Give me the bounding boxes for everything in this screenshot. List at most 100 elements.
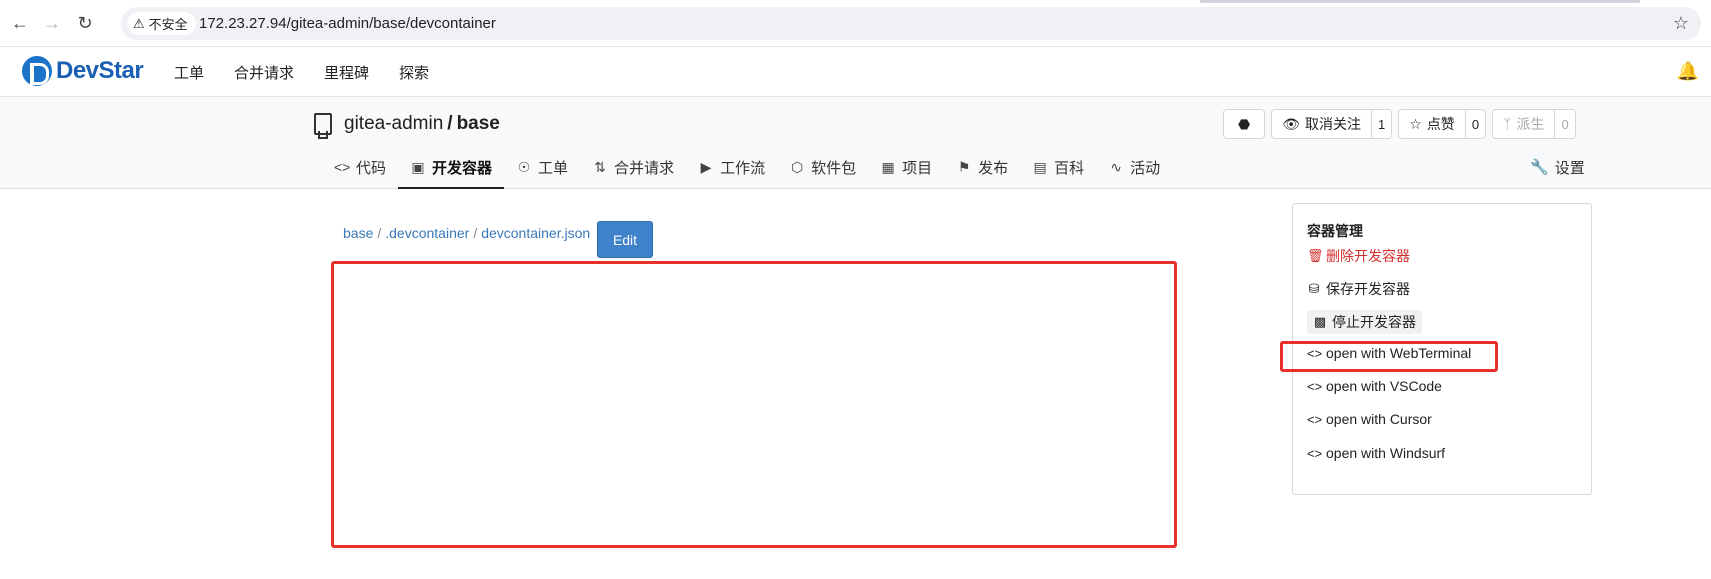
open-vscode-link[interactable]: <> open with VSCode [1307, 378, 1442, 394]
tag-icon: ⚑ [957, 158, 971, 175]
tab-wiki-label: 百科 [1054, 159, 1085, 177]
tab-projects[interactable]: ▦ 项目 [868, 147, 944, 187]
open-windsurf-label: open with Windsurf [1326, 445, 1446, 461]
code-icon: <> [1307, 445, 1323, 461]
address-bar[interactable]: ⚠ 不安全 172.23.27.94/gitea-admin/base/devc… [121, 7, 1701, 40]
tab-releases[interactable]: ⚑ 发布 [944, 147, 1020, 187]
url-text[interactable]: 172.23.27.94/gitea-admin/base/devcontain… [199, 15, 496, 32]
breadcrumb-separator: / [377, 225, 382, 241]
open-vscode-label: open with VSCode [1326, 378, 1442, 394]
tab-packages-label: 软件包 [811, 159, 857, 177]
repo-name-link[interactable]: base [457, 113, 500, 135]
file-content-area [331, 261, 1177, 548]
warning-icon: ⚠ [133, 15, 145, 31]
repo-header: gitea-admin / base ⬣ 👁 取消关注 1 ☆ 点赞 0 ᛉ 派… [0, 97, 1711, 189]
panel-title: 容器管理 [1307, 223, 1363, 239]
stop-devcontainer-label: 停止开发容器 [1332, 314, 1416, 330]
delete-devcontainer-label: 删除开发容器 [1326, 248, 1410, 264]
tab-code-label: 代码 [356, 159, 387, 177]
repo-icon [314, 113, 332, 139]
wrench-icon: 🔧 [1530, 159, 1549, 176]
reload-icon[interactable]: ↻ [73, 11, 97, 35]
insecure-label: 不安全 [148, 17, 188, 32]
tab-settings[interactable]: 🔧 设置 [1530, 147, 1585, 187]
logo[interactable]: DevStar [22, 56, 144, 86]
code-icon: <> [334, 159, 351, 175]
play-icon: ▶ [700, 158, 712, 175]
tab-pulls[interactable]: ⇅ 合并请求 [580, 147, 686, 187]
top-nav-pulls[interactable]: 合并请求 [234, 62, 294, 83]
top-nav-issues[interactable]: 工单 [174, 62, 204, 83]
tab-strip [1200, 0, 1640, 3]
tab-code[interactable]: <> 代码 [322, 147, 398, 187]
tab-issues[interactable]: ☉ 工单 [504, 147, 580, 187]
webterminal-highlight [1280, 341, 1498, 372]
breadcrumb-folder-link[interactable]: .devcontainer [385, 225, 469, 241]
fork-icon: ᛉ [1503, 116, 1512, 132]
rss-icon: ⬣ [1238, 115, 1251, 132]
unwatch-button[interactable]: 👁 取消关注 1 [1271, 109, 1393, 139]
breadcrumb-separator: / [473, 225, 478, 241]
security-chip[interactable]: ⚠ 不安全 [127, 12, 196, 35]
tab-actions[interactable]: ▶ 工作流 [686, 147, 777, 187]
open-windsurf-link[interactable]: <> open with Windsurf [1307, 445, 1445, 461]
tab-pulls-label: 合并请求 [614, 159, 675, 177]
browser-toolbar: ← → ↻ ⚠ 不安全 172.23.27.94/gitea-admin/bas… [0, 0, 1711, 47]
repo-owner-link[interactable]: gitea-admin [344, 113, 443, 135]
trash-icon: 🗑 [1307, 248, 1324, 263]
logo-text: DevStar [56, 57, 144, 84]
tab-activity-label: 活动 [1130, 159, 1161, 177]
package-icon: ▣ [411, 158, 425, 175]
stop-devcontainer-button[interactable]: ▩ 停止开发容器 [1307, 310, 1422, 334]
star-button[interactable]: ☆ 点赞 0 [1398, 109, 1487, 139]
tab-devcontainer-label: 开发容器 [432, 159, 493, 177]
pulse-icon: ∿ [1110, 158, 1122, 175]
database-icon: ⛁ [1308, 281, 1320, 296]
edit-button[interactable]: Edit [597, 221, 653, 258]
tab-packages[interactable]: ⬡ 软件包 [777, 147, 868, 187]
tab-devcontainer[interactable]: ▣ 开发容器 [398, 147, 505, 189]
breadcrumb-file-link[interactable]: devcontainer.json [481, 225, 590, 241]
tab-releases-label: 发布 [978, 159, 1009, 177]
logo-mark-icon [22, 56, 52, 86]
notification-bell-icon[interactable]: 🔔 [1677, 61, 1699, 82]
breadcrumb-repo-link[interactable]: base [343, 225, 373, 241]
fork-count[interactable]: 0 [1554, 110, 1574, 138]
fork-button[interactable]: ᛉ 派生 0 [1492, 109, 1576, 139]
save-devcontainer-button[interactable]: ⛁ 保存开发容器 [1307, 279, 1410, 299]
star-count[interactable]: 0 [1464, 110, 1485, 138]
rss-button[interactable]: ⬣ [1223, 109, 1266, 139]
tab-issues-label: 工单 [538, 159, 569, 177]
tab-settings-label: 设置 [1554, 159, 1585, 177]
eye-icon: 👁 [1282, 115, 1301, 132]
tab-projects-label: 项目 [902, 159, 933, 177]
unwatch-label: 取消关注 [1305, 116, 1362, 132]
repo-actions: ⬣ 👁 取消关注 1 ☆ 点赞 0 ᛉ 派生 0 [1223, 109, 1576, 139]
fork-label: 派生 [1516, 116, 1545, 132]
save-devcontainer-label: 保存开发容器 [1326, 281, 1410, 297]
top-nav: 工单 合并请求 里程碑 探索 [174, 62, 459, 83]
file-breadcrumb: base / .devcontainer / devcontainer.json [343, 225, 590, 241]
repo-title: gitea-admin / base [314, 113, 500, 139]
tab-wiki[interactable]: ▤ 百科 [1020, 147, 1096, 187]
tab-activity[interactable]: ∿ 活动 [1096, 147, 1172, 187]
code-icon: <> [1307, 411, 1323, 427]
star-icon: ☆ [1409, 115, 1422, 132]
project-icon: ▦ [881, 158, 895, 175]
app-header: DevStar 工单 合并请求 里程碑 探索 🔔 [0, 47, 1711, 97]
back-icon[interactable]: ← [8, 11, 32, 35]
watch-count[interactable]: 1 [1371, 110, 1391, 138]
book-icon: ▤ [1033, 158, 1047, 175]
terminal-icon: ▩ [1313, 314, 1327, 329]
pull-request-icon: ⇅ [594, 158, 606, 175]
bookmark-star-icon[interactable]: ☆ [1673, 13, 1689, 34]
tab-actions-label: 工作流 [720, 159, 766, 177]
open-cursor-link[interactable]: <> open with Cursor [1307, 411, 1432, 427]
star-label: 点赞 [1426, 116, 1455, 132]
top-nav-explore[interactable]: 探索 [399, 62, 429, 83]
delete-devcontainer-button[interactable]: 🗑 删除开发容器 [1307, 246, 1410, 266]
top-nav-milestones[interactable]: 里程碑 [324, 62, 369, 83]
forward-icon[interactable]: → [40, 11, 64, 35]
open-cursor-label: open with Cursor [1326, 411, 1432, 427]
code-icon: <> [1307, 378, 1323, 394]
